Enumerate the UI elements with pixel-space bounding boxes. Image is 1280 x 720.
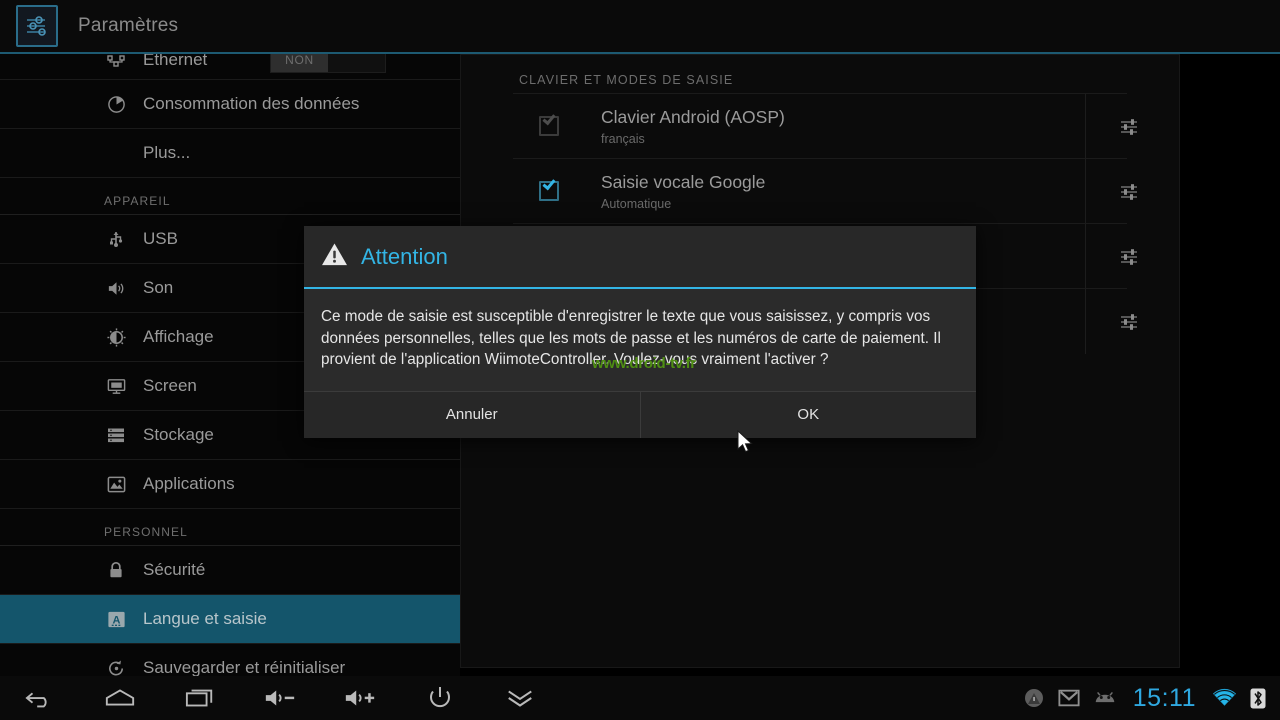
cancel-button[interactable]: Annuler: [304, 391, 640, 438]
dialog-title: Attention: [361, 243, 448, 269]
warning-circle-icon[interactable]: [1023, 687, 1045, 709]
android-robot-icon[interactable]: [1093, 690, 1117, 706]
system-navigation-bar: 15:11: [0, 676, 1280, 720]
wifi-icon[interactable]: [1212, 688, 1237, 708]
monitor-icon: [104, 374, 128, 398]
sidebar-item-applications[interactable]: Applications: [0, 460, 460, 509]
sidebar-section-personnel: PERSONNEL: [0, 509, 460, 546]
warning-triangle-icon: [321, 242, 348, 272]
ethernet-icon: [104, 54, 128, 72]
android-settings-screen: Paramètres Ethernet NON Consommation des…: [0, 0, 1280, 720]
volume-down-icon[interactable]: [240, 676, 320, 720]
brightness-icon: [104, 325, 128, 349]
sidebar-item-label: Son: [143, 278, 174, 297]
usb-icon: [104, 227, 128, 251]
input-method-row[interactable]: Saisie vocale Google Automatique: [513, 158, 1137, 224]
sidebar-item-label: Sauvegarder et réinitialiser: [143, 658, 346, 676]
dialog-actions: Annuler OK: [304, 390, 976, 438]
storage-icon: [104, 423, 128, 447]
backup-reset-icon: [104, 656, 128, 676]
sidebar-item-language-input[interactable]: A Langue et saisie: [0, 595, 460, 644]
input-method-subtitle: Automatique: [601, 196, 672, 211]
power-icon[interactable]: [400, 676, 480, 720]
sidebar-item-label: Affichage: [143, 327, 214, 346]
page-title: Paramètres: [78, 15, 179, 36]
status-tray: 15:11: [1023, 676, 1280, 720]
sidebar-item-label: Ethernet: [143, 54, 208, 69]
toggle-state-label: NON: [271, 54, 328, 72]
sidebar-item-label: Langue et saisie: [143, 609, 267, 628]
input-method-subtitle: français: [601, 131, 645, 146]
input-method-title: Saisie vocale Google: [601, 171, 766, 192]
input-method-row[interactable]: Clavier Android (AOSP) français: [513, 93, 1137, 159]
checkbox-aosp-keyboard[interactable]: [539, 111, 559, 136]
attention-dialog: Attention Ce mode de saisie est suscepti…: [304, 226, 976, 438]
dialog-message: Ce mode de saisie est susceptible d'enre…: [321, 308, 941, 368]
applications-image-icon: [104, 472, 128, 496]
data-usage-pie-icon: [104, 92, 128, 116]
sliders-settings-icon[interactable]: [1085, 289, 1171, 354]
sidebar-item-label: Consommation des données: [143, 94, 360, 113]
ok-button[interactable]: OK: [639, 391, 976, 438]
lock-icon: [104, 558, 128, 582]
sound-speaker-icon: [104, 276, 128, 300]
sidebar-item-more[interactable]: Plus...: [0, 129, 460, 178]
sidebar-item-data-usage[interactable]: Consommation des données: [0, 80, 460, 129]
home-icon[interactable]: [80, 676, 160, 720]
sliders-settings-icon[interactable]: [1085, 224, 1171, 289]
sidebar-item-backup-reset[interactable]: Sauvegarder et réinitialiser: [0, 644, 460, 676]
gmail-icon[interactable]: [1058, 689, 1080, 707]
sliders-settings-icon[interactable]: [1085, 159, 1171, 224]
sidebar-item-label: Stockage: [143, 425, 214, 444]
language-a-icon: A: [104, 607, 128, 631]
sliders-settings-icon[interactable]: [1085, 94, 1171, 159]
sidebar-section-appareil: APPAREIL: [0, 178, 460, 215]
back-icon[interactable]: [0, 676, 80, 720]
input-method-title: Clavier Android (AOSP): [601, 106, 785, 127]
recents-icon[interactable]: [160, 676, 240, 720]
sidebar-item-label: USB: [143, 229, 178, 248]
app-header: Paramètres: [0, 0, 1280, 52]
checkbox-google-voice-typing[interactable]: [539, 176, 559, 201]
sidebar-item-label: Screen: [143, 376, 197, 395]
bluetooth-icon[interactable]: [1250, 688, 1266, 709]
volume-up-icon[interactable]: [320, 676, 400, 720]
settings-sliders-icon: [16, 5, 58, 47]
status-clock: 15:11: [1132, 683, 1196, 712]
dialog-header: Attention: [304, 226, 976, 289]
sidebar-item-ethernet[interactable]: Ethernet NON: [0, 54, 460, 80]
content-section-title: CLAVIER ET MODES DE SAISIE: [519, 73, 734, 87]
sidebar-item-label: Sécurité: [143, 560, 206, 579]
ethernet-toggle[interactable]: NON: [270, 54, 386, 73]
collapse-chevron-icon[interactable]: [480, 676, 560, 720]
sidebar-item-security[interactable]: Sécurité: [0, 546, 460, 595]
mouse-cursor: [737, 429, 754, 460]
sidebar-item-label: Applications: [143, 474, 235, 493]
sidebar-item-label: Plus...: [143, 143, 191, 162]
